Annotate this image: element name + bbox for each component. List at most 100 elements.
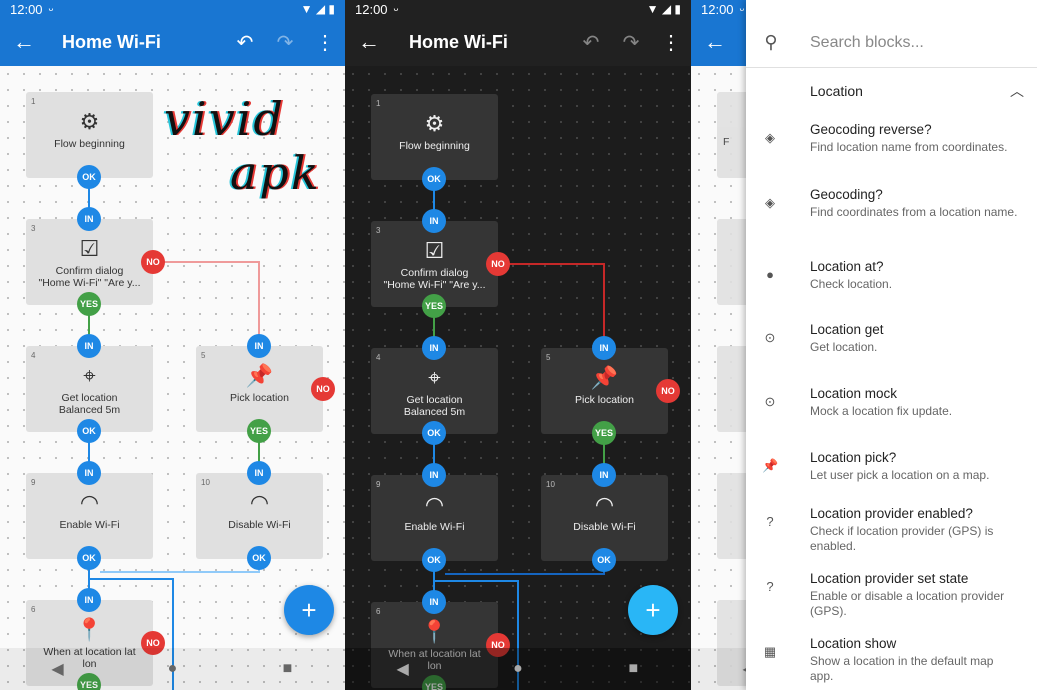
light-flow-editor: 12:00 ᵕ ▼ ◢ ▮ ← Home Wi-Fi ↶ ↷ ⋮ 1 ⚙ Flo…	[0, 0, 345, 690]
in-port[interactable]: IN	[592, 463, 616, 487]
map-pin-icon: 📍	[420, 619, 449, 644]
back-arrow-icon[interactable]: ←	[0, 18, 48, 66]
in-port[interactable]: IN	[422, 336, 446, 360]
chevron-up-icon[interactable]: ︿	[997, 81, 1037, 101]
yes-port[interactable]: YES	[247, 419, 271, 443]
overflow-menu-icon[interactable]: ⋮	[305, 18, 345, 66]
connector-line	[90, 578, 174, 580]
ok-port[interactable]: OK	[77, 419, 101, 443]
block-number: 1	[376, 99, 381, 108]
item-title: Geocoding?	[810, 187, 883, 202]
back-arrow-icon[interactable]: ←	[345, 18, 393, 66]
wifi-icon: ◠	[594, 492, 615, 517]
ok-port[interactable]: OK	[422, 421, 446, 445]
block-number: 3	[376, 226, 381, 235]
in-port[interactable]: IN	[77, 461, 101, 485]
nav-recents-icon[interactable]: ■	[268, 649, 308, 689]
in-port[interactable]: IN	[247, 461, 271, 485]
ok-port[interactable]: OK	[77, 546, 101, 570]
ok-port[interactable]: OK	[77, 165, 101, 189]
system-nav-bar: ◀ ● ■	[345, 648, 691, 690]
block-item-location-provider-set-state[interactable]: ? Location provider set state Enable or …	[746, 567, 1037, 627]
item-description: Check if location provider (GPS) is enab…	[810, 524, 994, 553]
help-circle-icon: ?	[766, 514, 774, 529]
status-time: 12:00	[701, 1, 734, 17]
wifi-icon: ◠	[79, 490, 100, 515]
block-item-location-at[interactable]: ● Location at? Check location.	[746, 255, 1037, 315]
nav-home-icon[interactable]: ●	[153, 649, 193, 689]
ok-port[interactable]: OK	[592, 548, 616, 572]
item-description: Enable or disable a location provider (G…	[810, 589, 1005, 618]
app-bar: ← Home Wi-Fi ↶ ↷ ⋮	[345, 18, 691, 66]
in-port[interactable]: IN	[422, 590, 446, 614]
ok-port[interactable]: OK	[422, 548, 446, 572]
block-number: 9	[376, 480, 381, 489]
in-port[interactable]: IN	[77, 334, 101, 358]
status-bar: 12:00 ᵕ ▼ ◢ ▮	[345, 0, 691, 18]
block-item-geocoding-reverse[interactable]: ◈ Geocoding reverse? Find location name …	[746, 118, 1037, 178]
block-label: Confirm dialog "Home Wi-Fi" "Are y...	[38, 265, 141, 289]
block-label: Enable Wi-Fi	[404, 521, 465, 533]
item-description: Show a location in the default map app.	[810, 654, 994, 683]
no-port[interactable]: NO	[656, 379, 680, 403]
in-port[interactable]: IN	[422, 209, 446, 233]
section-header-location[interactable]: Location ︿	[746, 76, 1037, 106]
in-port[interactable]: IN	[422, 463, 446, 487]
ok-port[interactable]: OK	[422, 167, 446, 191]
block-label: Flow beginning	[54, 138, 125, 150]
block-item-location-get[interactable]: ⊙ Location get Get location.	[746, 318, 1037, 378]
flow-canvas[interactable]: 1 ⚙ Flow beginning 3 ☑ Confirm dialog "H…	[345, 66, 691, 690]
status-face-icon: ᵕ	[393, 1, 399, 17]
pushpin-icon: 📌	[245, 363, 274, 388]
no-port[interactable]: NO	[141, 250, 165, 274]
no-port[interactable]: NO	[311, 377, 335, 401]
search-input[interactable]	[810, 33, 1010, 52]
screenshot-root: 12:00 ᵕ ▼ ◢ ▮ ← Home Wi-Fi ↶ ↷ ⋮ 1 ⚙ Flo…	[0, 0, 1037, 690]
nav-back-icon[interactable]: ◀	[38, 649, 78, 689]
block-number: 3	[31, 224, 36, 233]
yes-port[interactable]: YES	[422, 294, 446, 318]
wifi-icon: ◠	[424, 492, 445, 517]
block-item-geocoding[interactable]: ◈ Geocoding? Find coordinates from a loc…	[746, 183, 1037, 243]
undo-icon[interactable]: ↶	[225, 18, 265, 66]
block-number: 9	[31, 478, 36, 487]
nav-recents-icon[interactable]: ■	[613, 649, 653, 689]
nav-home-icon[interactable]: ●	[498, 649, 538, 689]
add-block-fab[interactable]: +	[628, 585, 678, 635]
item-title: Location provider set state	[810, 571, 969, 586]
add-block-fab[interactable]: +	[284, 585, 334, 635]
in-port[interactable]: IN	[77, 207, 101, 231]
item-description: Check location.	[810, 277, 893, 291]
status-icons: ▼ ◢ ▮	[646, 2, 681, 16]
yes-port[interactable]: YES	[592, 421, 616, 445]
in-port[interactable]: IN	[247, 334, 271, 358]
redo-icon[interactable]: ↷	[611, 18, 651, 66]
item-description: Find coordinates from a location name.	[810, 205, 1018, 219]
block-label: Flow beginning	[399, 140, 470, 152]
flow-canvas[interactable]: 1 ⚙ Flow beginning 3 ☑ Confirm dialog "H…	[0, 66, 345, 690]
pushpin-icon: 📌	[762, 458, 779, 473]
yes-port[interactable]: YES	[77, 292, 101, 316]
connector-line	[100, 571, 260, 573]
in-port[interactable]: IN	[77, 588, 101, 612]
block-label: Confirm dialog "Home Wi-Fi" "Are y...	[383, 267, 486, 291]
redo-icon[interactable]: ↷	[265, 18, 305, 66]
overflow-menu-icon[interactable]: ⋮	[651, 18, 691, 66]
in-port[interactable]: IN	[592, 336, 616, 360]
block-item-location-show[interactable]: ▦ Location show Show a location in the d…	[746, 632, 1037, 690]
block-label: Enable Wi-Fi	[59, 519, 120, 531]
map-icon: ▦	[763, 644, 777, 659]
ok-port[interactable]: OK	[247, 546, 271, 570]
block-number: 10	[546, 480, 555, 489]
map-pin-icon: ●	[766, 267, 774, 282]
connector-line	[435, 580, 519, 582]
no-port[interactable]: NO	[486, 252, 510, 276]
status-time: 12:00	[10, 1, 43, 17]
undo-icon[interactable]: ↶	[571, 18, 611, 66]
block-item-location-mock[interactable]: ⊙ Location mock Mock a location fix upda…	[746, 382, 1037, 442]
block-item-location-provider-enabled[interactable]: ? Location provider enabled? Check if lo…	[746, 502, 1037, 562]
no-connector-line	[505, 263, 605, 265]
back-arrow-icon[interactable]: ←	[691, 18, 739, 66]
nav-back-icon[interactable]: ◀	[383, 649, 423, 689]
block-item-location-pick[interactable]: 📌 Location pick? Let user pick a locatio…	[746, 446, 1037, 506]
